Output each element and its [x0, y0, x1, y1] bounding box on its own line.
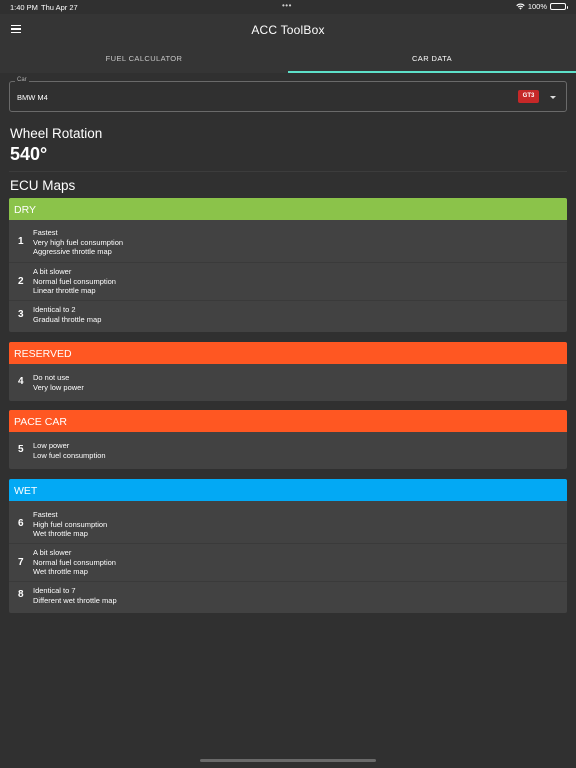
- status-date: Thu Apr 27: [41, 3, 78, 12]
- app-title: ACC ToolBox: [251, 23, 325, 37]
- ecu-map-number: 7: [18, 557, 24, 568]
- ecu-map-description: Fastest Very high fuel consumption Aggre…: [33, 228, 123, 257]
- ecu-map-line: Normal fuel consumption: [33, 276, 116, 286]
- ecu-map-row: 1 Fastest Very high fuel consumption Agg…: [9, 220, 567, 262]
- ecu-map-line: Wet throttle map: [33, 567, 88, 577]
- ecu-group-header: RESERVED: [9, 342, 567, 364]
- wheel-rotation-value: 540°: [10, 144, 48, 164]
- wheel-rotation-title: Wheel Rotation: [10, 126, 103, 141]
- ecu-map-row: 7 A bit slower Normal fuel consumption W…: [9, 543, 567, 581]
- ecu-map-line: High fuel consumption: [33, 519, 108, 529]
- dropdown-arrow-icon[interactable]: [550, 96, 556, 99]
- ecu-map-line: Identical to 7: [33, 586, 76, 595]
- ecu-map-line: A bit slower: [33, 548, 72, 557]
- battery-percent: 100%: [527, 2, 547, 11]
- ecu-group-reserved: RESERVED 4 Do not use Very low power: [9, 342, 567, 401]
- ecu-map-number: 5: [18, 444, 24, 455]
- tab-bar: FUEL CALCULATOR CAR DATA: [0, 44, 576, 73]
- status-bar: 1:40 PM Thu Apr 27 ••• 100%: [0, 0, 576, 14]
- tab-car-data[interactable]: CAR DATA: [288, 44, 576, 73]
- ecu-map-line: Different wet throttle map: [33, 595, 117, 605]
- ecu-map-description: A bit slower Normal fuel consumption Wet…: [33, 548, 116, 577]
- battery-icon: [550, 3, 568, 10]
- ecu-map-number: 3: [18, 309, 24, 320]
- ecu-map-row: 4 Do not use Very low power: [9, 364, 567, 401]
- ecu-map-line: Do not use: [33, 373, 70, 382]
- ecu-map-row: 6 Fastest High fuel consumption Wet thro…: [9, 501, 567, 543]
- ecu-map-number: 1: [18, 236, 24, 247]
- ecu-map-line: Fastest: [33, 228, 58, 237]
- ecu-map-row: 2 A bit slower Normal fuel consumption L…: [9, 262, 567, 300]
- multitasking-dots-icon[interactable]: •••: [282, 1, 292, 10]
- car-select[interactable]: Car BMW M4 GT3: [9, 77, 567, 112]
- status-time: 1:40 PM: [10, 3, 38, 12]
- wifi-icon: [516, 3, 525, 10]
- ecu-map-number: 6: [18, 518, 24, 529]
- ecu-group-pace-car: PACE CAR 5 Low power Low fuel consumptio…: [9, 410, 567, 469]
- ecu-map-line: Identical to 2: [33, 305, 76, 314]
- ecu-map-line: Normal fuel consumption: [33, 557, 116, 567]
- ecu-map-description: Do not use Very low power: [33, 373, 84, 392]
- ecu-map-line: Low power: [33, 441, 70, 450]
- car-select-label: Car: [15, 77, 29, 83]
- ecu-maps-title: ECU Maps: [10, 178, 76, 193]
- ecu-map-description: Identical to 2 Gradual throttle map: [33, 305, 101, 324]
- ecu-map-line: Low fuel consumption: [33, 450, 106, 460]
- ecu-map-line: Gradual throttle map: [33, 314, 102, 324]
- ecu-map-row: 3 Identical to 2 Gradual throttle map: [9, 300, 567, 332]
- ecu-map-number: 8: [18, 589, 24, 600]
- ecu-map-description: A bit slower Normal fuel consumption Lin…: [33, 267, 116, 296]
- status-right: 100%: [516, 2, 568, 11]
- ecu-map-line: Very high fuel consumption: [33, 237, 124, 247]
- ecu-map-line: Wet throttle map: [33, 529, 88, 539]
- ecu-map-line: Aggressive throttle map: [33, 247, 112, 257]
- ecu-map-description: Identical to 7 Different wet throttle ma…: [33, 586, 117, 605]
- ecu-map-description: Fastest High fuel consumption Wet thrott…: [33, 510, 107, 539]
- divider: [9, 171, 567, 172]
- tab-fuel-calculator[interactable]: FUEL CALCULATOR: [0, 44, 288, 73]
- ecu-map-row: 8 Identical to 7 Different wet throttle …: [9, 581, 567, 613]
- ecu-group-header: WET: [9, 479, 567, 501]
- app-bar: ACC ToolBox: [0, 14, 576, 44]
- car-select-value: BMW M4: [17, 93, 48, 102]
- ecu-map-line: A bit slower: [33, 267, 72, 276]
- ecu-map-line: Fastest: [33, 510, 58, 519]
- ecu-group-wet: WET 6 Fastest High fuel consumption Wet …: [9, 479, 567, 613]
- ecu-map-description: Low power Low fuel consumption: [33, 441, 106, 460]
- car-class-badge: GT3: [518, 90, 539, 103]
- ecu-group-header: PACE CAR: [9, 410, 567, 432]
- ecu-group-header: DRY: [9, 198, 567, 220]
- ecu-map-number: 4: [18, 376, 24, 387]
- ecu-map-row: 5 Low power Low fuel consumption: [9, 432, 567, 469]
- home-indicator[interactable]: [200, 759, 376, 762]
- ecu-group-dry: DRY 1 Fastest Very high fuel consumption…: [9, 198, 567, 332]
- ecu-map-line: Very low power: [33, 382, 84, 392]
- ecu-map-line: Linear throttle map: [33, 286, 96, 296]
- ecu-map-number: 2: [18, 276, 24, 287]
